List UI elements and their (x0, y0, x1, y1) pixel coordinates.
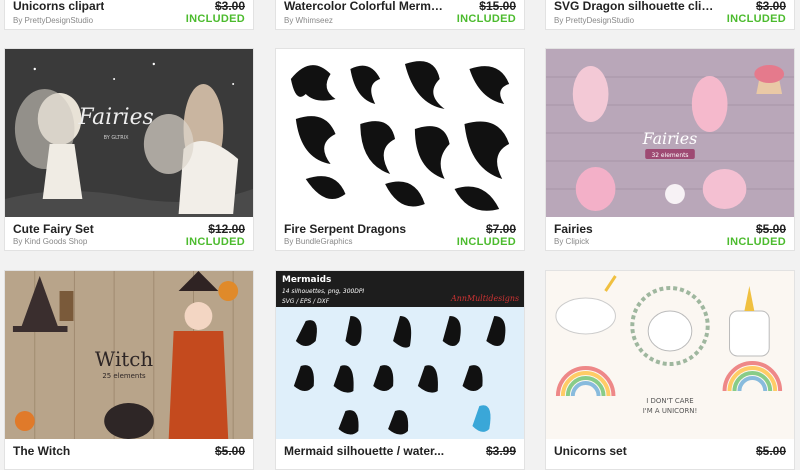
product-title[interactable]: Unicorns clipart (13, 0, 104, 13)
product-thumbnail[interactable]: Mermaids 14 silhouettes, png, 300DPI SVG… (276, 271, 524, 439)
image-text-line-1: I DON'T CARE (646, 397, 693, 405)
product-old-price: $3.00 (755, 0, 786, 13)
product-title[interactable]: The Witch (13, 444, 70, 458)
image-title-text: Mermaids (282, 275, 331, 285)
included-badge: INCLUDED (726, 13, 786, 25)
included-badge: INCLUDED (456, 13, 516, 25)
product-author[interactable]: By Kind Goods Shop (13, 237, 87, 246)
image-text-line-2: I'M A UNICORN! (643, 407, 698, 415)
product-author[interactable]: By BundleGraphics (284, 237, 352, 246)
product-thumbnail[interactable]: Fairies 32 elements (546, 49, 794, 217)
product-old-price: $5.00 (755, 222, 786, 236)
product-old-price: $15.00 (479, 0, 516, 13)
image-subtitle-text: 32 elements (651, 152, 688, 159)
image-title-text: Fairies (78, 105, 154, 130)
product-card-svg-dragon[interactable]: SVG Dragon silhouette clip art By Pretty… (545, 0, 795, 30)
product-card-cute-fairy-set[interactable]: Fairies BY GLTRIX Cute Fairy Set By Kind… (4, 48, 254, 251)
product-title[interactable]: Cute Fairy Set (13, 222, 94, 236)
included-badge: INCLUDED (456, 236, 516, 248)
product-title[interactable]: SVG Dragon silhouette clip art (554, 0, 719, 13)
image-title-text: Fairies (642, 129, 698, 148)
product-author[interactable]: By Clipick (554, 237, 589, 246)
product-card-mermaid-silhouette[interactable]: Mermaids 14 silhouettes, png, 300DPI SVG… (275, 270, 525, 470)
product-author[interactable]: By PrettyDesignStudio (554, 16, 634, 25)
image-watermark-text: AnnMultidesigns (450, 294, 519, 303)
included-badge: INCLUDED (726, 236, 786, 248)
included-badge: INCLUDED (185, 236, 245, 248)
product-card-watercolor-mermaid[interactable]: Watercolor Colorful Mermai... By Whimsee… (275, 0, 525, 30)
included-badge: INCLUDED (185, 13, 245, 25)
product-author[interactable]: By PrettyDesignStudio (13, 16, 93, 25)
product-title[interactable]: Fire Serpent Dragons (284, 222, 406, 236)
product-thumbnail[interactable]: Witch 25 elements (5, 271, 253, 439)
product-card-fairies[interactable]: Fairies 32 elements Fairies By Clipick $… (545, 48, 795, 251)
product-card-fire-serpent-dragons[interactable]: Fire Serpent Dragons By BundleGraphics $… (275, 48, 525, 251)
product-author[interactable]: By Whimseez (284, 16, 333, 25)
product-card-unicorns-set[interactable]: I DON'T CARE I'M A UNICORN! Unicorns set… (545, 270, 795, 470)
image-subtitle-text: 14 silhouettes, png, 300DPI (282, 288, 364, 295)
image-formats-text: SVG / EPS / DXF (282, 298, 330, 305)
product-title[interactable]: Unicorns set (554, 444, 627, 458)
image-subtitle-text: 25 elements (102, 372, 146, 380)
product-thumbnail[interactable] (276, 49, 524, 217)
product-card-unicorns-clipart[interactable]: Unicorns clipart By PrettyDesignStudio $… (4, 0, 254, 30)
product-old-price: $12.00 (208, 222, 245, 236)
product-old-price: $5.00 (214, 444, 245, 458)
product-title[interactable]: Mermaid silhouette / water... (284, 444, 444, 458)
image-subtitle-text: BY GLTRIX (104, 135, 130, 141)
product-old-price: $3.00 (214, 0, 245, 13)
product-title[interactable]: Watercolor Colorful Mermai... (284, 0, 449, 13)
product-card-the-witch[interactable]: Witch 25 elements The Witch $5.00 (4, 270, 254, 470)
product-old-price: $3.99 (485, 444, 516, 458)
product-thumbnail[interactable]: I DON'T CARE I'M A UNICORN! (546, 271, 794, 439)
product-old-price: $5.00 (755, 444, 786, 458)
product-old-price: $7.00 (485, 222, 516, 236)
image-title-text: Witch (95, 348, 153, 371)
product-thumbnail[interactable]: Fairies BY GLTRIX (5, 49, 253, 217)
product-title[interactable]: Fairies (554, 222, 593, 236)
